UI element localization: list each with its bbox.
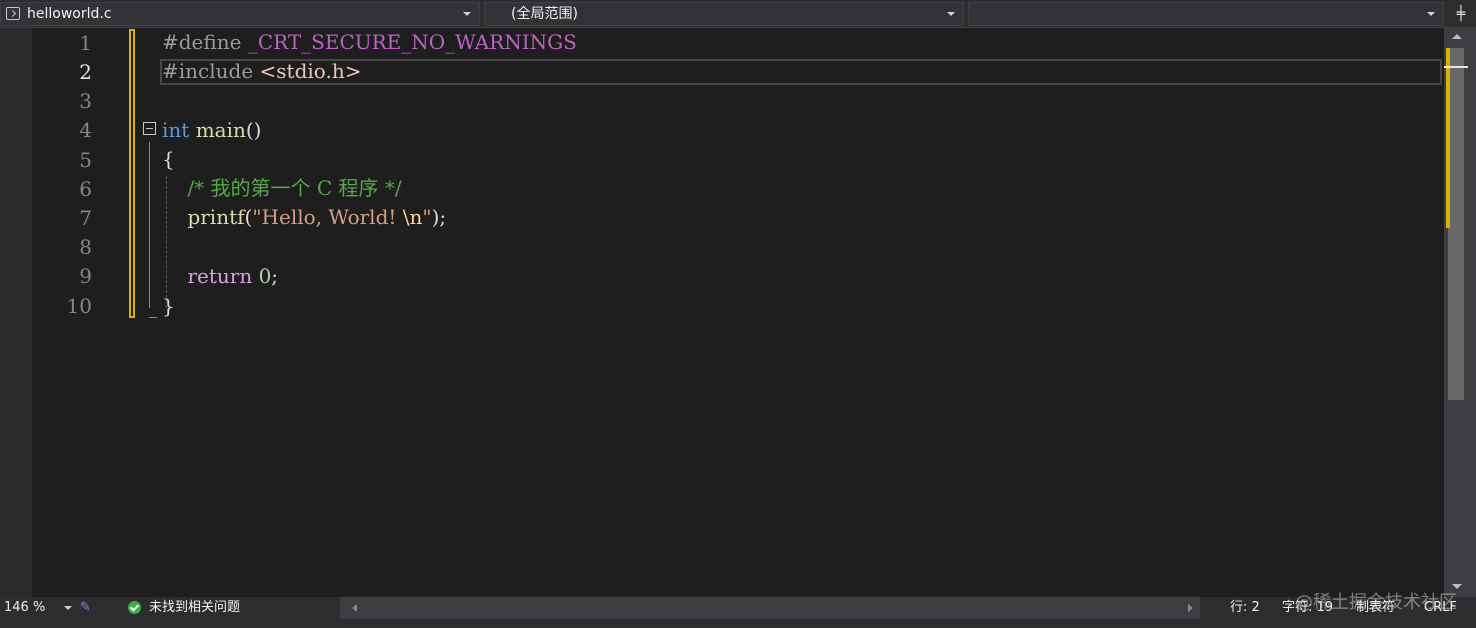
scroll-left-icon[interactable] [352,604,357,612]
line-indicator[interactable]: 行: 2 [1230,597,1260,619]
code-line-9: return 0; [162,263,278,289]
watermark-text: @稀土掘金技术社区 [1295,592,1457,613]
return-keyword: return [187,264,253,288]
code-cleanup-icon[interactable]: ✎ [80,601,94,615]
chevron-down-icon [463,12,471,16]
chevron-down-icon [1427,12,1435,16]
chevron-down-icon [947,12,955,16]
macro-name: _CRT_SECURE_NO_WARNINGS [247,30,577,54]
function-name: main [195,118,246,142]
line-number: 10 [66,294,92,318]
line-number: 5 [79,148,92,172]
zoom-level[interactable]: 146 % [4,597,45,619]
code-line-2: #include <stdio.h> [162,58,361,84]
scrollbar-thumb[interactable] [1448,48,1464,400]
collapse-icon[interactable] [143,122,156,135]
string-end: " [422,205,432,229]
line-number: 2 [79,60,92,84]
line-number: 3 [79,89,92,113]
code-line-5: { [162,146,175,172]
semicolon: ; [271,264,279,288]
code-line-10: } [162,293,175,319]
open-brace: { [162,147,175,171]
parens: () [245,118,262,142]
comment: /* 我的第一个 C 程序 */ [187,176,402,200]
close-brace: } [162,294,175,318]
scope-dropdown[interactable]: (全局范围) [484,2,964,26]
line-number: 9 [79,264,92,288]
line-number: 8 [79,235,92,259]
issues-status[interactable]: 未找到相关问题 [149,597,240,619]
line-number: 4 [79,118,92,142]
line-number: 6 [79,177,92,201]
preprocessor-directive: #define [162,30,242,54]
file-dropdown-label: helloworld.c [27,6,112,22]
fold-guide [149,142,150,308]
code-line-4: int main() [162,117,261,143]
editor-status-bar: 146 % ✎ 未找到相关问题 行: 2 字符: 19 制表符 CRLF [0,597,1476,628]
scroll-right-icon[interactable] [1188,604,1193,612]
string-literal: "Hello, World! [252,205,403,229]
line-numbers: 1 2 3 4 5 6 7 8 9 10 [32,28,92,328]
type-keyword: int [162,118,190,142]
editor-margin [0,28,32,597]
member-dropdown[interactable] [968,2,1444,26]
navigation-bar: helloworld.c (全局范围) ╪ [0,0,1476,28]
line-number: 7 [79,206,92,230]
unsaved-changes-marker [129,29,135,318]
escape-sequence: \n [402,205,423,229]
function-call: printf [187,205,245,229]
line-number: 1 [79,31,92,55]
horizontal-scrollbar[interactable] [340,597,1200,619]
scroll-up-icon[interactable] [1452,34,1462,39]
fold-guide-end [149,317,157,318]
scrollbar-change-marker [1446,48,1450,228]
code-line-1: #define _CRT_SECURE_NO_WARNINGS [162,29,577,55]
split-window-icon[interactable]: ╪ [1454,6,1468,22]
close-paren: ); [431,205,447,229]
c-file-icon [6,7,20,20]
number-literal: 0 [258,264,272,288]
code-line-7: printf("Hello, World! \n"); [162,204,446,230]
preprocessor-directive: #include [162,59,254,83]
code-editor[interactable] [32,28,1444,597]
scope-dropdown-label: (全局范围) [511,6,578,22]
code-line-6: /* 我的第一个 C 程序 */ [162,175,402,201]
chevron-down-icon[interactable] [64,606,72,610]
check-circle-icon [128,601,141,614]
scrollbar-caret-marker [1444,66,1468,68]
file-dropdown[interactable]: helloworld.c [0,2,480,26]
include-header: <stdio.h> [259,59,362,83]
